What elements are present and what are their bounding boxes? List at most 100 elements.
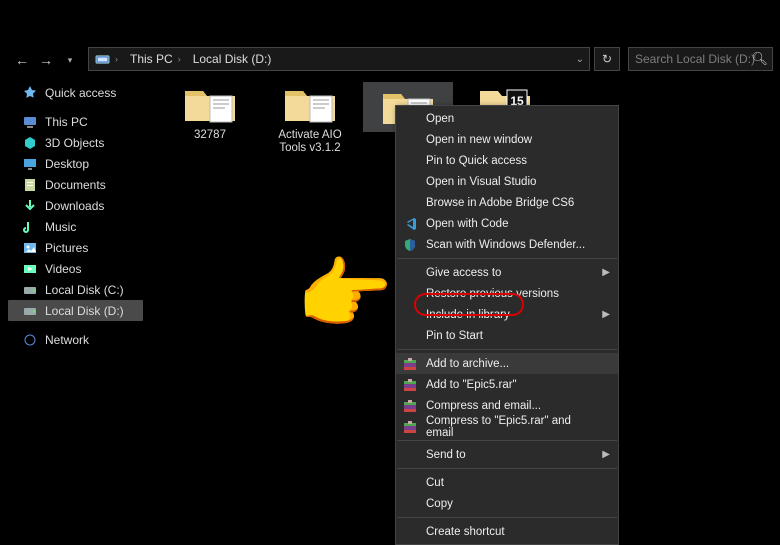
desktop-icon xyxy=(22,156,38,172)
menu-item[interactable]: Create shortcut xyxy=(396,521,618,542)
star-icon xyxy=(22,85,38,101)
folder-icon xyxy=(182,82,238,126)
sidebar-item-label: Quick access xyxy=(45,86,116,100)
sidebar-item-label: Videos xyxy=(45,262,81,276)
sidebar-item-disk[interactable]: Local Disk (C:) xyxy=(8,279,143,300)
menu-item[interactable]: Compress to "Epic5.rar" and email xyxy=(396,416,618,437)
menu-separator xyxy=(397,440,617,441)
net-icon xyxy=(22,332,38,348)
sidebar-item-video[interactable]: Videos xyxy=(8,258,143,279)
menu-item-label: Open in new window xyxy=(426,134,532,146)
sidebar-item-label: Pictures xyxy=(45,241,88,255)
address-dropdown-icon[interactable]: ⌄ xyxy=(576,54,589,65)
menu-item[interactable]: Add to archive... xyxy=(396,353,618,374)
menu-item[interactable]: Copy xyxy=(396,493,618,514)
sidebar-item-pc[interactable]: This PC xyxy=(8,111,143,132)
nav-forward-button[interactable]: → xyxy=(34,48,58,72)
sidebar-item-star[interactable]: Quick access xyxy=(8,82,143,103)
sidebar-item-label: Local Disk (C:) xyxy=(45,283,124,297)
breadcrumb-drive[interactable]: Local Disk (D:) xyxy=(187,48,278,70)
sidebar-item-label: Desktop xyxy=(45,157,89,171)
sidebar-item-desktop[interactable]: Desktop xyxy=(8,153,143,174)
search-icon: 🔍︎ xyxy=(751,51,768,67)
search-input[interactable]: Search Local Disk (D:) 🔍︎ xyxy=(628,47,773,71)
disk-icon xyxy=(22,282,38,298)
menu-item-label: Restore previous versions xyxy=(426,288,559,300)
down-icon xyxy=(22,198,38,214)
sidebar-item-label: 3D Objects xyxy=(45,136,104,150)
menu-item[interactable]: Pin to Start xyxy=(396,325,618,346)
disk-icon xyxy=(22,303,38,319)
menu-separator xyxy=(397,258,617,259)
nav-recent-dropdown[interactable]: ▾ xyxy=(58,48,82,72)
sidebar-item-label: This PC xyxy=(45,115,88,129)
menu-item[interactable]: Add to "Epic5.rar" xyxy=(396,374,618,395)
sidebar-item-disk[interactable]: Local Disk (D:) xyxy=(8,300,143,321)
menu-item[interactable]: Compress and email... xyxy=(396,395,618,416)
rar-icon xyxy=(402,377,418,393)
menu-item[interactable]: Restore previous versions xyxy=(396,283,618,304)
menu-item[interactable]: Open in new window xyxy=(396,129,618,150)
menu-item-label: Browse in Adobe Bridge CS6 xyxy=(426,197,574,209)
3d-icon xyxy=(22,135,38,151)
pic-icon xyxy=(22,240,38,256)
menu-item-label: Cut xyxy=(426,477,444,489)
breadcrumb-label: This PC xyxy=(130,52,173,66)
sidebar-item-3d[interactable]: 3D Objects xyxy=(8,132,143,153)
menu-item[interactable]: Browse in Adobe Bridge CS6 xyxy=(396,192,618,213)
sidebar-item-pic[interactable]: Pictures xyxy=(8,237,143,258)
submenu-arrow-icon: ▶ xyxy=(602,449,610,460)
shield-icon xyxy=(402,237,418,253)
menu-item[interactable]: Scan with Windows Defender... xyxy=(396,234,618,255)
sidebar-item-net[interactable]: Network xyxy=(8,329,143,350)
search-placeholder: Search Local Disk (D:) xyxy=(635,52,755,66)
sidebar: Quick access This PC 3D Objects Desktop Docu… xyxy=(8,82,143,350)
rar-icon xyxy=(402,419,418,435)
nav-back-button[interactable]: ← xyxy=(10,48,34,72)
breadcrumb-label: Local Disk (D:) xyxy=(193,52,272,66)
folder-icon xyxy=(282,82,338,126)
context-menu: Open Open in new window Pin to Quick acces… xyxy=(395,105,619,545)
menu-item[interactable]: Pin to Quick access xyxy=(396,150,618,171)
menu-item-label: Open with Code xyxy=(426,218,508,230)
menu-item[interactable]: Send to ▶ xyxy=(396,444,618,465)
sidebar-item-music[interactable]: Music xyxy=(8,216,143,237)
menu-item-label: Include in library xyxy=(426,309,510,321)
menu-item[interactable]: Cut xyxy=(396,472,618,493)
annotation-pointing-hand-icon: 👉 xyxy=(296,255,393,333)
folder-item[interactable]: 32787 xyxy=(165,82,255,142)
video-icon xyxy=(22,261,38,277)
menu-item[interactable]: Open with Code xyxy=(396,213,618,234)
menu-item-label: Create shortcut xyxy=(426,526,505,538)
folder-item[interactable]: Activate AIO Tools v3.1.2 xyxy=(265,82,355,155)
breadcrumb-this-pc[interactable]: This PC› xyxy=(124,48,187,70)
folder-label: Activate AIO Tools v3.1.2 xyxy=(265,129,355,155)
menu-item-label: Add to "Epic5.rar" xyxy=(426,379,517,391)
rar-icon xyxy=(402,356,418,372)
music-icon xyxy=(22,219,38,235)
menu-item-label: Add to archive... xyxy=(426,358,509,370)
refresh-button[interactable]: ↻ xyxy=(594,47,620,71)
menu-item[interactable]: Open xyxy=(396,108,618,129)
sidebar-item-label: Music xyxy=(45,220,76,234)
menu-item[interactable]: Include in library ▶ xyxy=(396,304,618,325)
menu-item-label: Give access to xyxy=(426,267,501,279)
menu-item-label: Pin to Quick access xyxy=(426,155,527,167)
sidebar-item-down[interactable]: Downloads xyxy=(8,195,143,216)
menu-item[interactable]: Give access to▶ xyxy=(396,262,618,283)
menu-item[interactable]: Open in Visual Studio xyxy=(396,171,618,192)
vscode-icon xyxy=(402,216,418,232)
menu-separator xyxy=(397,517,617,518)
menu-item-label: Open xyxy=(426,113,454,125)
chevron-right-icon: › xyxy=(115,54,118,64)
address-icon: › xyxy=(89,48,124,70)
address-bar[interactable]: › This PC› Local Disk (D:) ⌄ xyxy=(88,47,590,71)
sidebar-item-doc[interactable]: Documents xyxy=(8,174,143,195)
sidebar-item-label: Local Disk (D:) xyxy=(45,304,124,318)
menu-item-label: Open in Visual Studio xyxy=(426,176,536,188)
menu-separator xyxy=(397,468,617,469)
menu-item-label: Send to xyxy=(426,449,466,461)
submenu-arrow-icon: ▶ xyxy=(602,309,610,320)
doc-icon xyxy=(22,177,38,193)
menu-separator xyxy=(397,349,617,350)
